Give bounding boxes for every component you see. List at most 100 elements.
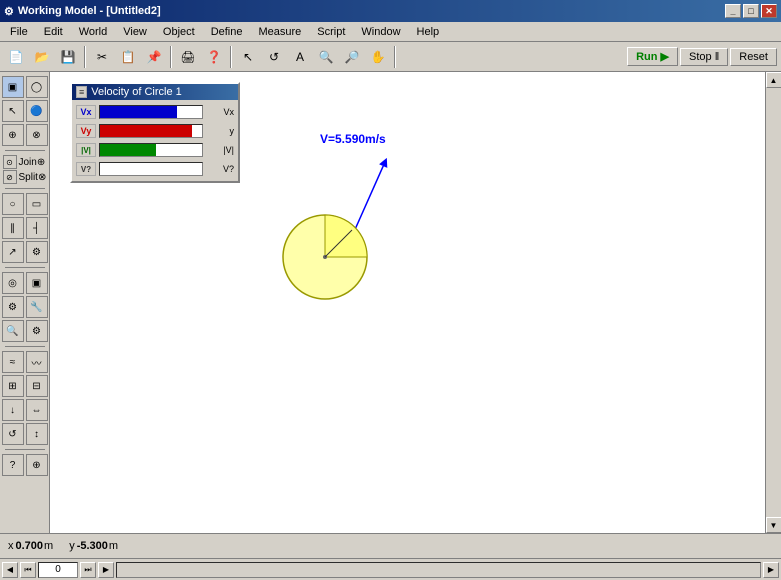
main-area: ▣ ◯ ↖ 🔵 ⊕ ⊗ ⊙ Join⊕ ⊘ Split⊗ ○ <box>0 72 781 533</box>
paste-button[interactable]: 📌 <box>142 45 166 69</box>
meter-value-vdir: V? <box>206 164 234 174</box>
menu-script[interactable]: Script <box>309 24 353 40</box>
run-button[interactable]: Run ▶ <box>627 47 678 66</box>
join-label: Join⊕ <box>19 157 46 168</box>
menu-object[interactable]: Object <box>155 24 203 40</box>
left-tool-22[interactable]: ⊟ <box>26 375 48 397</box>
left-tool-6[interactable]: ⊗ <box>26 124 48 146</box>
left-tool-18[interactable]: ⚙ <box>26 320 48 342</box>
meter-bar-vy <box>99 124 203 138</box>
split-label: Split⊗ <box>19 172 47 183</box>
new-button[interactable]: 📄 <box>4 45 28 69</box>
left-tool-7[interactable]: ○ <box>2 193 24 215</box>
menu-view[interactable]: View <box>115 24 155 40</box>
zoom-in-tool[interactable]: 🔍 <box>314 45 338 69</box>
menu-edit[interactable]: Edit <box>36 24 71 40</box>
step-back-button[interactable]: ⏮ <box>20 562 36 578</box>
toolbar-sep-3 <box>230 46 232 68</box>
rotate-tool[interactable]: ↺ <box>262 45 286 69</box>
left-tool-20[interactable]: 〰 <box>26 351 48 373</box>
circle-container[interactable] <box>280 212 370 305</box>
join-button[interactable]: ⊙ Join⊕ <box>3 155 47 169</box>
velocity-panel-title[interactable]: ≡ Velocity of Circle 1 <box>72 84 238 100</box>
menu-bar: File Edit World View Object Define Measu… <box>0 22 781 42</box>
left-tool-17[interactable]: 🔍 <box>2 320 24 342</box>
left-tool-9[interactable]: ∥ <box>2 217 24 239</box>
left-tool-8[interactable]: ▭ <box>26 193 48 215</box>
left-tool-2[interactable]: ◯ <box>26 76 48 98</box>
meter-row-vy: Vy y <box>76 123 234 139</box>
left-tool-15[interactable]: ⚙ <box>2 296 24 318</box>
step-forward-button[interactable]: ⏭ <box>80 562 96 578</box>
play-forward-button[interactable]: ▶ <box>98 562 114 578</box>
meter-value-vy: y <box>206 126 234 136</box>
menu-file[interactable]: File <box>2 24 36 40</box>
text-tool[interactable]: A <box>288 45 312 69</box>
left-tool-1[interactable]: ▣ <box>2 76 24 98</box>
minimize-button[interactable]: _ <box>725 4 741 18</box>
cut-button[interactable]: ✂ <box>90 45 114 69</box>
stop-button[interactable]: Stop ‖ <box>680 48 728 66</box>
save-button[interactable]: 💾 <box>56 45 80 69</box>
canvas-area[interactable]: ≡ Velocity of Circle 1 Vx Vx Vy <box>50 72 765 533</box>
menu-measure[interactable]: Measure <box>250 24 309 40</box>
toolbar-sep-2 <box>170 46 172 68</box>
copy-button[interactable]: 📋 <box>116 45 140 69</box>
split-button[interactable]: ⊘ Split⊗ <box>3 170 47 184</box>
left-tool-19[interactable]: ≈ <box>2 351 24 373</box>
print-button[interactable]: 🖨 <box>176 45 200 69</box>
left-tool-5[interactable]: ⊕ <box>2 124 24 146</box>
zoom-out-tool[interactable]: 🔎 <box>340 45 364 69</box>
left-tool-10[interactable]: ┤ <box>26 217 48 239</box>
scroll-track-bottom[interactable] <box>116 562 761 578</box>
y-value: -5.300 <box>77 540 108 552</box>
meter-label-vdir: V? <box>76 162 96 176</box>
arrow-tool[interactable]: ↖ <box>236 45 260 69</box>
menu-help[interactable]: Help <box>409 24 448 40</box>
velocity-panel: ≡ Velocity of Circle 1 Vx Vx Vy <box>70 82 240 183</box>
left-tool-13[interactable]: ◎ <box>2 272 24 294</box>
help-button[interactable]: ❓ <box>202 45 226 69</box>
frame-input[interactable] <box>38 562 78 578</box>
scroll-right-button[interactable]: ▶ <box>763 562 779 578</box>
scroll-down-button[interactable]: ▼ <box>766 517 781 533</box>
status-bar: x 0.700 m y -5.300 m <box>0 533 781 558</box>
left-tool-12[interactable]: ⚙ <box>26 241 48 263</box>
scroll-up-button[interactable]: ▲ <box>766 72 781 88</box>
open-button[interactable]: 📂 <box>30 45 54 69</box>
reset-button[interactable]: Reset <box>730 48 777 66</box>
play-back-button[interactable]: ◀ <box>2 562 18 578</box>
left-tool-27[interactable]: ? <box>2 454 24 476</box>
meter-bar-vy-fill <box>100 125 192 137</box>
pan-tool[interactable]: ✋ <box>366 45 390 69</box>
left-tool-26[interactable]: ↕ <box>26 423 48 445</box>
meter-bar-vx-fill <box>100 106 177 118</box>
left-sep-5 <box>5 449 45 450</box>
join-icon: ⊙ <box>3 155 17 169</box>
left-tool-23[interactable]: ↓ <box>2 399 24 421</box>
left-sep-1 <box>5 150 45 151</box>
y-unit: m <box>109 540 118 552</box>
close-button[interactable]: ✕ <box>761 4 777 18</box>
left-tool-25[interactable]: ↺ <box>2 423 24 445</box>
title-bar: ⚙ Working Model - [Untitled2] _ □ ✕ <box>0 0 781 22</box>
meter-bar-vx <box>99 105 203 119</box>
bottom-scrollbar: ◀ ⏮ ⏭ ▶ ▶ <box>0 558 781 580</box>
left-tool-4[interactable]: 🔵 <box>26 100 48 122</box>
menu-world[interactable]: World <box>71 24 116 40</box>
left-tool-28[interactable]: ⊕ <box>26 454 48 476</box>
menu-window[interactable]: Window <box>353 24 408 40</box>
menu-define[interactable]: Define <box>203 24 251 40</box>
left-tool-21[interactable]: ⊞ <box>2 375 24 397</box>
maximize-button[interactable]: □ <box>743 4 759 18</box>
left-tool-14[interactable]: ▣ <box>26 272 48 294</box>
left-sep-3 <box>5 267 45 268</box>
left-tool-11[interactable]: ↗ <box>2 241 24 263</box>
velocity-label: V=5.590m/s <box>320 132 386 146</box>
left-tool-3[interactable]: ↖ <box>2 100 24 122</box>
meter-value-vx: Vx <box>206 107 234 117</box>
left-tool-16[interactable]: 🔧 <box>26 296 48 318</box>
panel-drag-handle: ≡ <box>76 86 87 98</box>
left-tool-24[interactable]: ⇔ <box>26 399 48 421</box>
toolbar-sep-4 <box>394 46 396 68</box>
